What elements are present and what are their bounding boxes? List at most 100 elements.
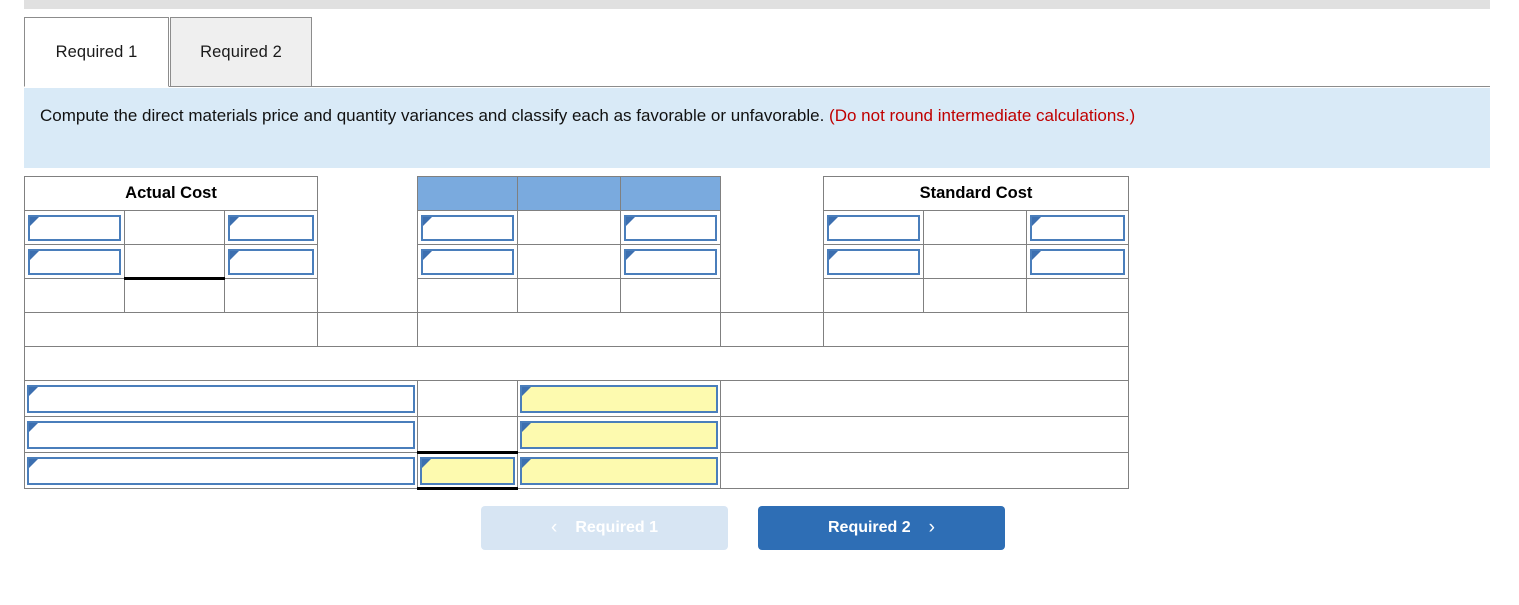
cell-sub-7 <box>823 278 925 313</box>
input-variance-class-3[interactable] <box>520 456 719 485</box>
header-standard-cost: Standard Cost <box>823 176 1130 211</box>
instruction-banner: Compute the direct materials price and q… <box>24 88 1490 168</box>
cell-mid-label-2 <box>517 244 622 279</box>
table-row <box>23 346 1130 381</box>
spacer-col-2 <box>720 210 825 245</box>
cell-sub-2 <box>124 278 225 313</box>
cell-variance-amount-2 <box>417 416 519 454</box>
cell-variance-pad-3 <box>720 452 1130 489</box>
cell-variance-amount-1 <box>417 380 519 417</box>
table-row <box>23 312 1130 347</box>
cell-result-mid <box>417 312 722 347</box>
cell-sub-9 <box>1026 278 1130 313</box>
input-standard-qty-2[interactable] <box>827 248 921 275</box>
required-1-prev-button[interactable]: ‹ Required 1 <box>481 506 728 550</box>
cell-variance-class-3[interactable] <box>517 452 722 489</box>
input-mid-qty-2[interactable] <box>421 248 515 275</box>
input-variance-label-3[interactable] <box>27 456 416 485</box>
cell-actual-price[interactable] <box>223 210 319 245</box>
cell-standard-label-2 <box>923 244 1028 279</box>
cell-mid-qty-2[interactable] <box>417 244 519 279</box>
input-standard-price[interactable] <box>1030 214 1126 241</box>
input-variance-class-1[interactable] <box>520 384 719 413</box>
chevron-right-icon: › <box>928 517 935 538</box>
cell-variance-pad-2 <box>720 416 1130 453</box>
spacer-col-3 <box>317 244 419 279</box>
cell-variance-class-2[interactable] <box>517 416 722 453</box>
input-standard-price-2[interactable] <box>1030 248 1126 275</box>
tab-required-1[interactable]: Required 1 <box>24 17 169 87</box>
header-blank-3 <box>620 176 722 211</box>
input-variance-label-2[interactable] <box>27 420 416 449</box>
cell-mid-price-2[interactable] <box>620 244 722 279</box>
cell-sub-6 <box>620 278 722 313</box>
instruction-note: (Do not round intermediate calculations.… <box>829 106 1136 125</box>
table-row <box>23 452 1130 490</box>
cell-variance-label-2[interactable] <box>23 416 419 453</box>
cell-standard-price-2[interactable] <box>1026 244 1130 279</box>
header-row: Actual Cost Standard Cost <box>23 176 1130 211</box>
cell-sub-4 <box>417 278 519 313</box>
top-strip <box>24 0 1490 9</box>
cell-variance-pad-1 <box>720 380 1130 417</box>
spacer-col-5 <box>317 278 419 313</box>
tab-bar: Required 1 Required 2 <box>24 17 1490 87</box>
cell-variance-class-1[interactable] <box>517 380 722 417</box>
input-actual-qty[interactable] <box>28 214 121 241</box>
cell-sub-3 <box>223 278 319 313</box>
required-1-prev-label: Required 1 <box>575 519 658 536</box>
table-row <box>24 244 1130 280</box>
cell-standard-label-1 <box>923 210 1028 245</box>
tab-required-1-label: Required 1 <box>55 42 138 61</box>
cell-actual-price-2[interactable] <box>223 244 319 279</box>
tab-required-2-label: Required 2 <box>200 42 282 61</box>
cell-variance-amount-3[interactable] <box>417 452 519 490</box>
input-mid-qty-1[interactable] <box>421 214 515 241</box>
input-actual-price-2[interactable] <box>228 248 315 275</box>
input-actual-price[interactable] <box>228 214 315 241</box>
required-2-next-label: Required 2 <box>827 519 911 536</box>
table-row <box>24 278 1130 313</box>
input-variance-amount-3[interactable] <box>420 456 516 485</box>
chevron-left-icon: ‹ <box>550 517 558 538</box>
cell-computed-actual-total <box>317 312 419 347</box>
header-blank-2 <box>517 176 622 211</box>
spacer-col-1 <box>317 210 419 245</box>
cell-sub-5 <box>517 278 622 313</box>
cell-result-right <box>823 312 1130 347</box>
cell-actual-label-2 <box>124 244 225 280</box>
header-spacer-1 <box>317 176 419 211</box>
cell-actual-qty[interactable] <box>24 210 125 245</box>
spacer-col-6 <box>720 278 825 313</box>
cell-variance-label-3[interactable] <box>23 452 419 489</box>
input-actual-qty-2[interactable] <box>28 248 121 275</box>
cell-actual-qty-2[interactable] <box>24 244 125 279</box>
header-spacer-2 <box>720 176 825 211</box>
input-mid-price-2[interactable] <box>624 248 718 275</box>
variance-worksheet: Actual Cost Standard Cost <box>23 176 1130 490</box>
input-mid-price-1[interactable] <box>624 214 718 241</box>
table-row <box>23 380 1130 417</box>
cell-standard-qty-2[interactable] <box>823 244 925 279</box>
table-row <box>23 416 1130 454</box>
input-standard-qty[interactable] <box>827 214 921 241</box>
input-variance-class-2[interactable] <box>520 420 719 449</box>
header-blank-1 <box>417 176 519 211</box>
input-variance-label-1[interactable] <box>27 384 416 413</box>
spacer-col-4 <box>720 244 825 279</box>
required-2-next-button[interactable]: Required 2 › <box>758 506 1005 550</box>
cell-mid-price-1[interactable] <box>620 210 722 245</box>
cell-empty-row <box>23 346 1130 381</box>
cell-standard-qty[interactable] <box>823 210 925 245</box>
tab-required-2[interactable]: Required 2 <box>170 17 312 87</box>
cell-variance-label-1[interactable] <box>23 380 419 417</box>
cell-result-left <box>23 312 319 347</box>
cell-standard-price[interactable] <box>1026 210 1130 245</box>
cell-actual-label-1 <box>124 210 225 245</box>
cell-sub-1 <box>24 278 125 313</box>
cell-computed-standard-total <box>720 312 825 347</box>
cell-mid-qty-1[interactable] <box>417 210 519 245</box>
table-row <box>24 210 1130 245</box>
exercise-page: Required 1 Required 2 Compute the direct… <box>0 0 1519 605</box>
header-actual-cost: Actual Cost <box>23 176 319 211</box>
